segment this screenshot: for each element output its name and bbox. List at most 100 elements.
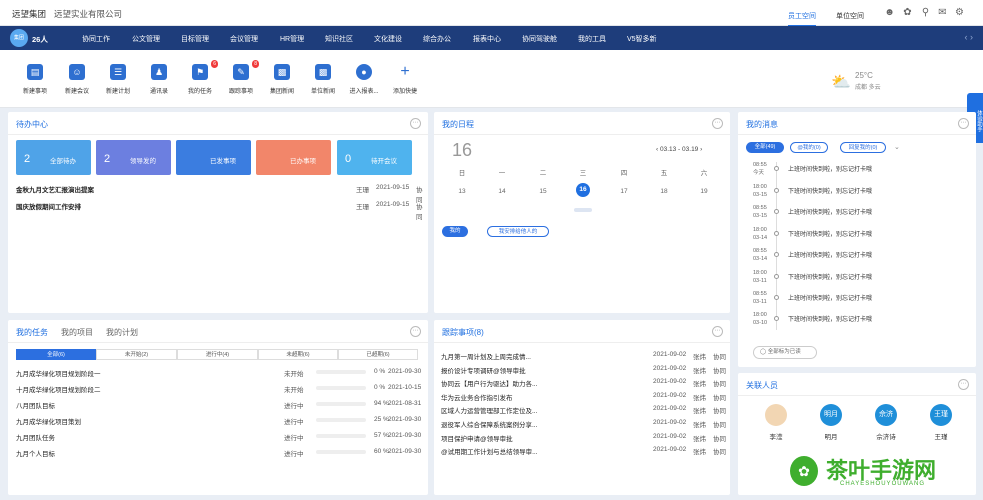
avatar: 明月 [820,404,842,426]
message-item[interactable]: 18:00 03-11 下班时间快到啦，别忘记打卡哦 [738,270,976,290]
tab-all-messages[interactable]: 全部(49) [746,142,784,153]
timeline-dot [774,274,779,279]
tab-replies[interactable]: 回复我的(0) [840,142,886,153]
avatar [765,404,787,426]
group-name[interactable]: 远望集团 [12,8,46,20]
watermark-subtitle: CHAYESHOUYOUWANG [840,481,926,487]
message-item[interactable]: 08:55 03-15 上班时间快到啦，别忘记打卡哦 [738,205,976,225]
filter-not-started[interactable]: 未开始(2) [96,349,177,360]
timeline-dot [774,166,779,171]
more-icon[interactable]: ⋯ [410,326,421,337]
nav-item-reports[interactable]: 报表中心 [473,34,501,44]
people-title: 关联人员 [746,381,778,390]
tab-my-projects[interactable]: 我的项目 [61,327,93,338]
timeline-dot [774,231,779,236]
person-card[interactable]: 王瑾 王瑾 [926,404,956,441]
calendar-day[interactable]: 19 [694,188,714,195]
card-meetings[interactable]: 0 待开会议 [337,140,412,175]
quick-contacts[interactable]: ♟ 通讯录 [139,64,179,95]
mark-all-read-button[interactable]: ◯ 全部标为已读 [753,346,817,359]
track-badge: 8 [252,60,259,68]
search-icon[interactable]: ⚲ [920,7,931,18]
calendar-day[interactable]: 14 [492,188,512,195]
filter-not-overdue[interactable]: 未超期(6) [258,349,338,360]
card-all-todo[interactable]: 2 全部待办 [16,140,91,175]
chat-icon[interactable]: ✉ [937,7,948,18]
cloud-sun-icon: ⛅ [831,74,851,91]
more-icon[interactable]: ⋯ [410,118,421,129]
message-item[interactable]: 18:00 03-15 下班时间快到啦，别忘记打卡哦 [738,184,976,204]
filter-in-progress[interactable]: 进行中(4) [177,349,258,360]
message-item[interactable]: 08:55 今天 上班时间快到啦，别忘记打卡哦 [738,162,976,182]
avatar[interactable]: 集团 [10,29,28,47]
person-card[interactable]: 明月 明月 [816,404,846,441]
quick-group-news[interactable]: ▩ 集团新闻 [262,64,302,95]
nav-item-knowledge[interactable]: 知识社区 [325,34,353,44]
track-icon: ✎ [233,64,249,80]
week-range[interactable]: ‹ 03.13 - 03.19 › [656,146,702,153]
task-filter-tabs: 全部(6) 未开始(2) 进行中(4) 未超期(6) 已超期(6) [16,349,418,360]
nav-item-goals[interactable]: 目标管理 [181,34,209,44]
message-item[interactable]: 18:00 03-10 下班时间快到啦，别忘记打卡哦 [738,312,976,332]
person-card[interactable]: 佘济 佘济诗 [871,404,901,441]
filter-all[interactable]: 全部(6) [16,349,96,360]
nav-item-cockpit[interactable]: 协同驾驶舱 [522,34,557,44]
gear-icon[interactable]: ⚙ [954,7,965,18]
nav-item-collab[interactable]: 协同工作 [82,34,110,44]
calendar-day[interactable]: 15 [533,188,553,195]
more-icon[interactable]: ⋯ [712,118,723,129]
more-icon[interactable]: ⋯ [958,118,969,129]
tab-mine[interactable]: 我的 [442,226,468,237]
today-date: 16 [452,140,473,160]
nav-item-hr[interactable]: HR管理 [280,34,304,44]
tab-unit-space[interactable]: 单位空间 [836,11,864,21]
quick-reports[interactable]: ● 进入报表... [344,64,384,95]
report-icon: ● [356,64,372,80]
nav-item-culture[interactable]: 文化建设 [374,34,402,44]
card-done[interactable]: 已办事项 [256,140,331,175]
tab-my-tasks[interactable]: 我的任务 [16,327,48,338]
avatar: 佘济 [875,404,897,426]
nav-item-v5[interactable]: V5智多新 [627,34,657,44]
nav-item-office[interactable]: 综合办公 [423,34,451,44]
quick-new-plan[interactable]: ☰ 新建计划 [98,64,138,95]
card-leader-sent[interactable]: 2 领导发的 [96,140,171,175]
calendar-day-selected[interactable]: 16 [576,183,590,197]
expand-handle[interactable] [574,208,592,212]
apps-icon[interactable]: ✿ [902,7,913,18]
user-icon[interactable]: ☻ [884,7,895,18]
nav-item-meetings[interactable]: 会议管理 [230,34,258,44]
company-name[interactable]: 远望实业有限公司 [54,8,122,20]
tab-employee-space[interactable]: 员工空间 [788,11,816,27]
calendar-day[interactable]: 17 [614,188,634,195]
nav-item-docs[interactable]: 公文管理 [132,34,160,44]
more-icon[interactable]: ⋯ [712,326,723,337]
quick-tracking[interactable]: ✎ 跟踪事项 8 [221,60,261,95]
progress-bar [316,450,366,454]
message-item[interactable]: 18:00 03-14 下班时间快到啦，别忘记打卡哦 [738,227,976,247]
tab-arranged[interactable]: 我安排给他人的 [487,226,549,237]
quick-new-item[interactable]: ▤ 新建事项 [15,64,55,95]
quick-add-shortcut[interactable]: + 添加快捷 [385,64,425,96]
message-item[interactable]: 08:55 03-14 上班时间快到啦，别忘记打卡哦 [738,248,976,268]
calendar-day[interactable]: 18 [654,188,674,195]
card-sent[interactable]: 已发事项 [176,140,251,175]
tasks-panel: 我的任务 我的项目 我的计划 ⋯ 全部(6) 未开始(2) 进行中(4) 未超期… [8,320,428,495]
tab-at-me[interactable]: @我的(0) [790,142,828,153]
quick-new-meeting[interactable]: ☺ 新建会议 [57,64,97,95]
weather-location: 成都 多云 [855,85,881,91]
message-item[interactable]: 08:55 03-11 上班时间快到啦，别忘记打卡哦 [738,291,976,311]
nav-item-tools[interactable]: 我的工具 [578,34,606,44]
quick-unit-news[interactable]: ▩ 单位新闻 [303,64,343,95]
task-badge: 6 [211,60,218,68]
calendar-day[interactable]: 13 [452,188,472,195]
tab-my-plans[interactable]: 我的计划 [106,327,138,338]
nav-scroll-arrows[interactable]: ‹ › [965,32,974,42]
filter-overdue[interactable]: 已超期(6) [338,349,418,360]
divider [434,342,730,343]
more-icon[interactable]: ⋯ [958,379,969,390]
chevron-down-icon[interactable]: ⌄ [894,143,900,151]
person-card[interactable]: 李滢 [761,404,791,441]
quick-my-tasks[interactable]: ⚑ 我的任务 6 [180,60,220,95]
timeline-dot [774,295,779,300]
